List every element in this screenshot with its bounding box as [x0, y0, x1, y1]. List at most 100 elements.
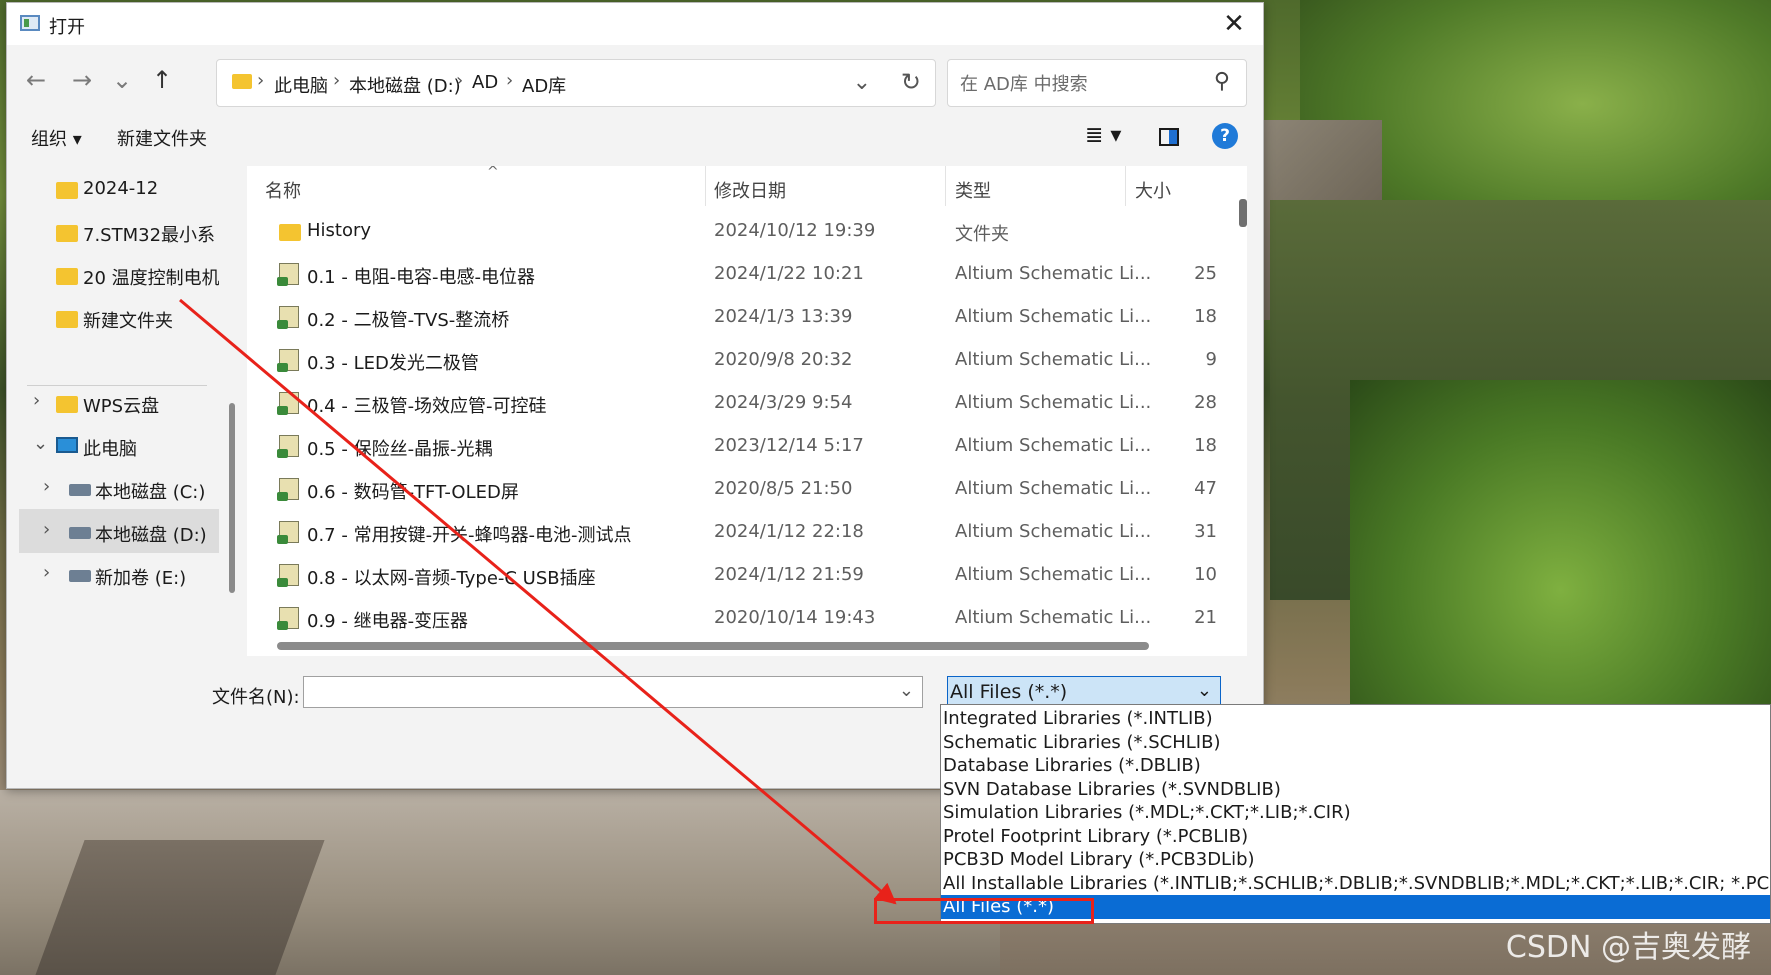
file-row[interactable]: 0.9 - 继电器-变压器 2020/10/14 19:43 Altium Sche… [247, 597, 1227, 639]
sidebar-item-2024-12[interactable]: 2024-12 [19, 166, 219, 210]
filename-field[interactable]: ⌄ [303, 676, 923, 708]
sidebar-item-stm32[interactable]: 7.STM32最小系 [19, 209, 219, 253]
sidebar-item-label: 本地磁盘 (D:) [95, 525, 207, 546]
schematic-library-icon [277, 521, 299, 544]
file-list: ^ 名称 修改日期 类型 大小 History 2024/10/12 19:39 文… [247, 166, 1247, 656]
file-row[interactable]: 0.1 - 电阻-电容-电感-电位器 2024/1/22 10:21 Altium … [247, 253, 1227, 295]
view-options-icon[interactable]: ≣ ▾ [1085, 123, 1121, 148]
search-box[interactable]: ⚲ [947, 59, 1247, 107]
navigation-bar: ← → ⌄ ↑ › 此电脑 › 本地磁盘 (D:) › AD › AD库 ⌄ ↻… [7, 53, 1263, 111]
window-title: 打开 [49, 17, 85, 38]
help-icon[interactable]: ? [1212, 123, 1238, 149]
file-type-option[interactable]: PCB3D Model Library (*.PCB3DLib) [941, 848, 1770, 872]
file-size: 18 [1194, 306, 1217, 327]
address-bar[interactable]: › 此电脑 › 本地磁盘 (D:) › AD › AD库 ⌄ ↻ [216, 59, 936, 107]
breadcrumb-separator: › [333, 70, 341, 91]
file-date: 2024/10/12 19:39 [714, 220, 876, 241]
scrollbar[interactable] [277, 642, 1149, 650]
column-header-type[interactable]: 类型 [955, 177, 991, 203]
file-row[interactable]: History 2024/10/12 19:39 文件夹 [247, 210, 1227, 252]
file-name: 0.5 - 保险丝-晶振-光耦 [307, 439, 493, 460]
file-name: 0.9 - 继电器-变压器 [307, 611, 469, 632]
back-arrow-icon[interactable]: ← [19, 63, 53, 97]
chevron-right-icon[interactable]: › [43, 476, 50, 497]
breadcrumb-item[interactable]: 本地磁盘 (D:) [349, 72, 461, 98]
title-bar[interactable]: 打开 ✕ [7, 3, 1263, 45]
file-size: 21 [1194, 607, 1217, 628]
chevron-right-icon[interactable]: › [33, 390, 40, 411]
file-row[interactable]: 0.7 - 常用按键-开关-蜂鸣器-电池-测试点 2024/1/12 22:18 A… [247, 511, 1227, 553]
chevron-right-icon[interactable]: › [43, 562, 50, 583]
file-size: 9 [1205, 349, 1217, 370]
file-size: 18 [1194, 435, 1217, 456]
file-date: 2020/10/14 19:43 [714, 607, 876, 628]
breadcrumb-item[interactable]: AD库 [522, 72, 566, 98]
watermark: CSDN @吉奥发酵 [1505, 930, 1751, 965]
file-row[interactable]: 0.5 - 保险丝-晶振-光耦 2023/12/14 5:17 Altium Sch… [247, 425, 1227, 467]
sidebar-item-new-folder[interactable]: 新建文件夹 [19, 295, 219, 339]
up-arrow-icon[interactable]: ↑ [145, 63, 179, 97]
new-folder-button[interactable]: 新建文件夹 [117, 125, 207, 151]
sidebar-item-wps-cloud[interactable]: › WPS云盘 [19, 380, 219, 424]
file-name: 0.3 - LED发光二极管 [307, 353, 479, 374]
column-header-date[interactable]: 修改日期 [714, 177, 786, 203]
file-name: 0.1 - 电阻-电容-电感-电位器 [307, 267, 536, 288]
drive-icon [69, 570, 91, 582]
file-type-option[interactable]: Integrated Libraries (*.INTLIB) [941, 707, 1770, 731]
sidebar-item-drive-c[interactable]: › 本地磁盘 (C:) [19, 466, 219, 510]
chevron-down-icon[interactable]: ⌄ [1197, 680, 1212, 701]
breadcrumb-separator: › [506, 70, 514, 91]
sidebar-item-drive-d[interactable]: › 本地磁盘 (D:) [19, 509, 219, 553]
sidebar-item-temperature-motor[interactable]: 20 温度控制电机 [19, 252, 219, 296]
file-date: 2024/1/3 13:39 [714, 306, 853, 327]
sidebar-item-drive-e[interactable]: › 新加卷 (E:) [19, 552, 219, 596]
breadcrumb-separator: › [257, 70, 265, 91]
column-header-size[interactable]: 大小 [1135, 177, 1171, 203]
column-header-name[interactable]: 名称 [265, 177, 301, 203]
schematic-library-icon [277, 263, 299, 286]
search-input[interactable] [958, 70, 1202, 98]
file-type-option[interactable]: Protel Footprint Library (*.PCBLIB) [941, 825, 1770, 849]
file-type-option[interactable]: Schematic Libraries (*.SCHLIB) [941, 731, 1770, 755]
column-divider[interactable] [1125, 166, 1126, 206]
file-row[interactable]: 0.3 - LED发光二极管 2020/9/8 20:32 Altium Schem… [247, 339, 1227, 381]
sidebar-item-this-pc[interactable]: ⌄ 此电脑 [19, 423, 219, 467]
chevron-down-icon[interactable]: ⌄ [853, 70, 871, 95]
file-type-option[interactable]: SVN Database Libraries (*.SVNDBLIB) [941, 778, 1770, 802]
column-divider[interactable] [945, 166, 946, 206]
file-date: 2024/1/22 10:21 [714, 263, 864, 284]
column-divider[interactable] [705, 166, 706, 206]
close-icon[interactable]: ✕ [1215, 7, 1253, 41]
chevron-right-icon[interactable]: › [43, 519, 50, 540]
chevron-down-icon[interactable]: ⌄ [33, 433, 48, 454]
file-size: 10 [1194, 564, 1217, 585]
file-name: 0.4 - 三极管-场效应管-可控硅 [307, 396, 547, 417]
breadcrumb-separator: › [456, 70, 464, 91]
file-name: 0.2 - 二极管-TVS-整流桥 [307, 310, 510, 331]
file-row[interactable]: 0.2 - 二极管-TVS-整流桥 2024/1/3 13:39 Altium Sc… [247, 296, 1227, 338]
breadcrumb-item[interactable]: 此电脑 [274, 72, 328, 98]
folder-icon [56, 311, 78, 328]
forward-arrow-icon[interactable]: → [65, 63, 99, 97]
search-icon[interactable]: ⚲ [1214, 69, 1230, 94]
file-row[interactable]: 0.6 - 数码管-TFT-OLED屏 2020/8/5 21:50 Altium … [247, 468, 1227, 510]
scrollbar[interactable] [1239, 199, 1247, 227]
scrollbar[interactable] [229, 403, 235, 593]
sidebar-item-label: 新加卷 (E:) [95, 568, 187, 589]
file-row[interactable]: 0.4 - 三极管-场效应管-可控硅 2024/3/29 9:54 Altium S… [247, 382, 1227, 424]
open-file-dialog: 打开 ✕ ← → ⌄ ↑ › 此电脑 › 本地磁盘 (D:) › AD › AD… [6, 2, 1264, 789]
refresh-icon[interactable]: ↻ [901, 68, 921, 96]
file-type-option[interactable]: All Installable Libraries (*.INTLIB;*.SC… [941, 872, 1770, 896]
recent-locations-chevron-icon[interactable]: ⌄ [105, 63, 139, 97]
breadcrumb-item[interactable]: AD [472, 72, 498, 93]
file-type-option[interactable]: Database Libraries (*.DBLIB) [941, 754, 1770, 778]
filename-label: 文件名(N): [212, 687, 300, 708]
organize-button[interactable]: 组织 ▾ [31, 125, 82, 151]
file-size: 31 [1194, 521, 1217, 542]
file-row[interactable]: 0.8 - 以太网-音频-Type-C USB插座 2024/1/12 21:59… [247, 554, 1227, 596]
chevron-down-icon[interactable]: ⌄ [899, 680, 914, 701]
sidebar-item-label: 此电脑 [83, 439, 137, 460]
file-type-option[interactable]: Simulation Libraries (*.MDL;*.CKT;*.LIB;… [941, 801, 1770, 825]
column-header-row: ^ 名称 修改日期 类型 大小 [247, 166, 1247, 210]
preview-pane-icon[interactable] [1159, 128, 1179, 146]
